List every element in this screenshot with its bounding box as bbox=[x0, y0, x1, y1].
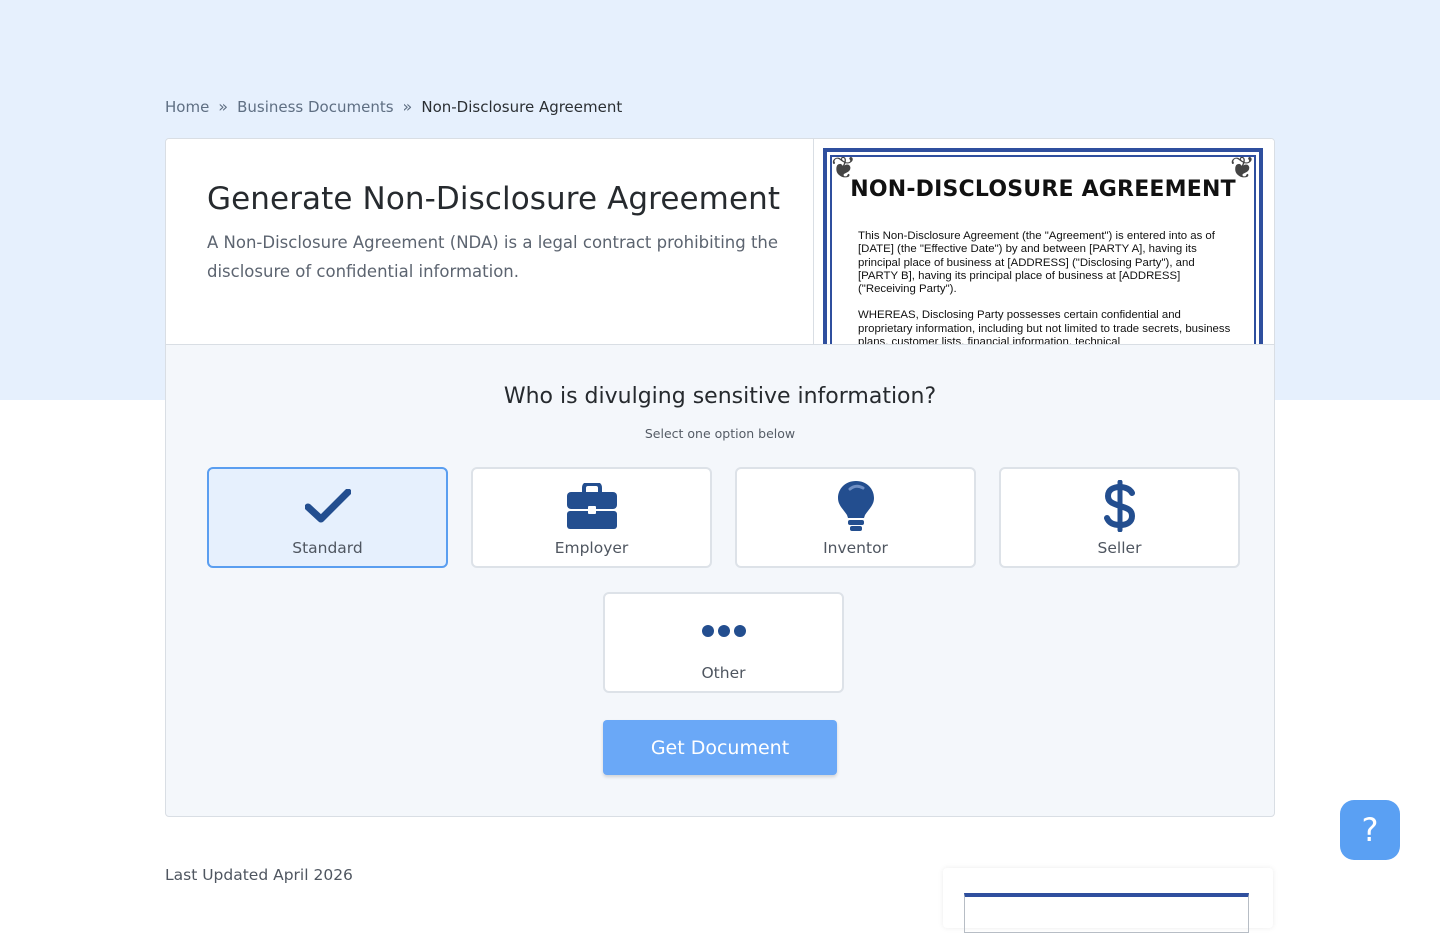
breadcrumb-business-documents-link[interactable]: Business Documents bbox=[237, 98, 393, 116]
option-label: Other bbox=[701, 664, 746, 682]
intro-section: Generate Non-Disclosure Agreement A Non-… bbox=[207, 181, 797, 286]
page-title: Generate Non-Disclosure Agreement bbox=[207, 181, 781, 217]
generator-card: Generate Non-Disclosure Agreement A Non-… bbox=[165, 138, 1275, 817]
breadcrumb-current: Non-Disclosure Agreement bbox=[421, 97, 623, 116]
option-label: Standard bbox=[292, 539, 363, 557]
document-border: ❦ ❦ NON-DISCLOSURE AGREEMENT This Non-Di… bbox=[823, 148, 1263, 344]
card-header: Generate Non-Disclosure Agreement A Non-… bbox=[166, 139, 1274, 345]
help-button[interactable]: ? bbox=[1340, 800, 1400, 860]
breadcrumb-separator: » bbox=[402, 97, 413, 116]
page-description: A Non-Disclosure Agreement (NDA) is a le… bbox=[207, 233, 779, 281]
option-other[interactable]: Other bbox=[603, 592, 844, 693]
document-thumbnail bbox=[964, 893, 1249, 933]
option-inventor[interactable]: Inventor bbox=[735, 467, 976, 568]
more-dots-icon bbox=[605, 606, 842, 656]
document-paragraph: This Non-Disclosure Agreement (the "Agre… bbox=[858, 230, 1215, 296]
briefcase-icon bbox=[473, 481, 710, 531]
option-label: Seller bbox=[1097, 539, 1142, 557]
document-body: This Non-Disclosure Agreement (the "Agre… bbox=[858, 230, 1233, 344]
option-label: Employer bbox=[554, 539, 629, 557]
option-label: Inventor bbox=[823, 539, 888, 557]
option-standard[interactable]: Standard bbox=[207, 467, 448, 568]
get-document-button[interactable]: Get Document bbox=[603, 720, 837, 775]
checkmark-icon bbox=[209, 481, 446, 531]
sidebar-document-card[interactable] bbox=[943, 868, 1273, 933]
question-heading: Who is divulging sensitive information? bbox=[503, 384, 937, 409]
breadcrumb-separator: » bbox=[218, 97, 229, 116]
dollar-icon bbox=[1001, 480, 1238, 532]
option-seller[interactable]: Seller bbox=[999, 467, 1240, 568]
document-title: NON-DISCLOSURE AGREEMENT bbox=[850, 177, 1236, 202]
breadcrumb-home-link[interactable]: Home bbox=[165, 98, 209, 116]
breadcrumb: Home » Business Documents » Non-Disclosu… bbox=[165, 97, 622, 116]
option-employer[interactable]: Employer bbox=[471, 467, 712, 568]
question-hint: Select one option below bbox=[644, 426, 796, 441]
last-updated: Last Updated April 2026 bbox=[165, 866, 353, 884]
lightbulb-icon bbox=[737, 481, 974, 531]
document-preview[interactable]: ❦ ❦ NON-DISCLOSURE AGREEMENT This Non-Di… bbox=[813, 139, 1274, 344]
document-paragraph: WHEREAS, Disclosing Party possesses cert… bbox=[858, 309, 1231, 344]
